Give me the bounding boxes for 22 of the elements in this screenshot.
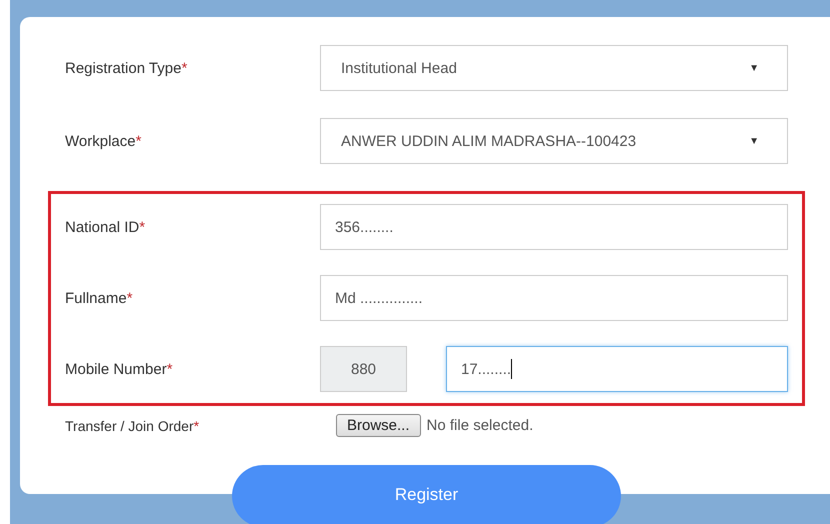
dropdown[interactable]: Institutional Head ▼ [320, 45, 788, 91]
caret-icon: ▼ [749, 136, 759, 146]
field-label: Mobile Number [65, 360, 167, 378]
required-mark: * [181, 60, 188, 76]
field-label: Fullname [65, 290, 127, 306]
input-field[interactable]: Md ............... [320, 275, 788, 321]
field-label: National ID [65, 218, 140, 236]
required-mark: * [166, 360, 173, 378]
input-field[interactable]: 17........ [446, 346, 788, 392]
caret-icon: ▼ [749, 62, 759, 74]
required-mark: * [136, 132, 142, 150]
field-label: Workplace [65, 132, 136, 150]
required-mark: * [126, 290, 133, 306]
input-field[interactable]: 356........ [320, 204, 788, 250]
field-label: Registration Type [65, 60, 182, 76]
file-status: No file selected. [426, 417, 534, 434]
required-mark: * [194, 418, 200, 434]
field-label: Transfer / Join Order [65, 418, 194, 434]
dropdown[interactable]: ANWER UDDIN ALIM MADRASHA--100423 ▼ [320, 118, 788, 164]
required-mark: * [139, 218, 146, 236]
browse-button[interactable]: Browse... [336, 414, 421, 437]
country-code-field: 880 [320, 346, 407, 392]
